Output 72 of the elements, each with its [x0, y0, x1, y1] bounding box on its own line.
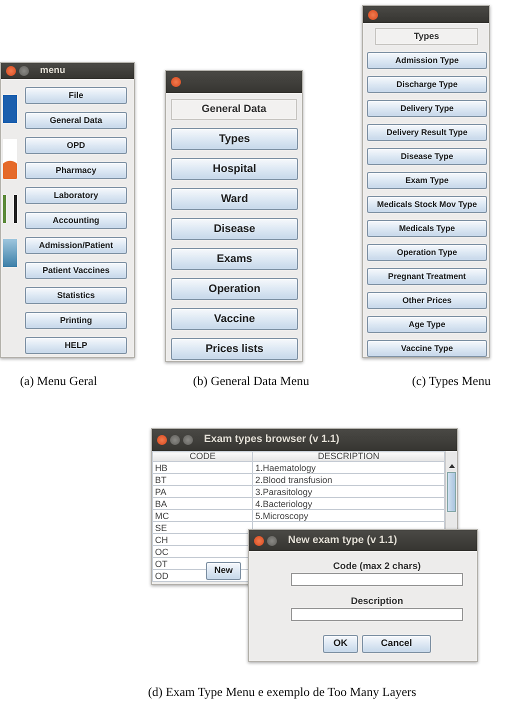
minimize-icon[interactable]	[19, 66, 29, 76]
figure-caption: (c) Types Menu	[412, 373, 491, 390]
text-field[interactable]	[291, 573, 463, 586]
table-cell: SE	[152, 522, 253, 534]
table-cell: PA	[152, 486, 253, 498]
menu-button[interactable]: Pregnant Treatment	[367, 268, 487, 285]
menu-button[interactable]: Hospital	[171, 158, 298, 180]
window-title: Exam types browser (v 1.1)	[204, 432, 340, 448]
menu-button[interactable]: Accounting	[25, 212, 127, 229]
close-icon[interactable]	[171, 77, 181, 87]
menu-button[interactable]: Medicals Stock Mov Type	[367, 196, 487, 213]
maximize-icon[interactable]	[183, 435, 193, 445]
scroll-up-icon[interactable]	[448, 464, 455, 468]
menu-button[interactable]: Admission/Patient	[25, 237, 127, 254]
menu-button[interactable]: General Data	[25, 112, 127, 129]
menu-button[interactable]: Other Prices	[367, 292, 487, 309]
table-cell: 2.Blood transfusion	[252, 474, 445, 486]
column-header[interactable]: CODE	[152, 452, 253, 462]
menu-button[interactable]: Operation Type	[367, 244, 487, 261]
menu-button[interactable]: Exams	[171, 248, 298, 270]
table-cell: BT	[152, 474, 253, 486]
close-icon[interactable]	[254, 536, 264, 546]
menu-button[interactable]: Types	[171, 128, 298, 150]
menu-button[interactable]: OPD	[25, 137, 127, 154]
menu-button[interactable]: Vaccine	[171, 308, 298, 330]
menu-button[interactable]: Medicals Type	[367, 220, 487, 237]
minimize-icon[interactable]	[267, 536, 277, 546]
table-cell: 4.Bacteriology	[252, 498, 445, 510]
cancel-button[interactable]: Cancel	[362, 635, 431, 653]
table-cell: 1.Haematology	[252, 462, 445, 474]
menu-button[interactable]: Delivery Type	[367, 100, 487, 117]
menu-button[interactable]: Printing	[25, 312, 127, 329]
figure-caption: (d) Exam Type Menu e exemplo de Too Many Layers	[148, 684, 416, 701]
menu-button[interactable]: Pharmacy	[25, 162, 127, 179]
column-header[interactable]: DESCRIPTION	[252, 452, 445, 462]
minimize-icon[interactable]	[170, 435, 180, 445]
ok-button[interactable]: OK	[323, 635, 358, 653]
table-cell: MC	[152, 510, 253, 522]
menu-button[interactable]: Ward	[171, 188, 298, 210]
menu-button[interactable]: Operation	[171, 278, 298, 300]
menu-button[interactable]: Delivery Result Type	[367, 124, 487, 141]
table-cell: BA	[152, 498, 253, 510]
menu-button[interactable]: Disease Type	[367, 148, 487, 165]
text-field[interactable]	[291, 608, 463, 621]
window-title: New exam type (v 1.1)	[288, 532, 398, 548]
table-cell: 3.Parasitology	[252, 486, 445, 498]
panel-heading: Types	[375, 28, 478, 45]
close-icon[interactable]	[368, 10, 378, 20]
menu-button[interactable]: Patient Vaccines	[25, 262, 127, 279]
menu-button[interactable]: Admission Type	[367, 52, 487, 69]
menu-button[interactable]: Discharge Type	[367, 76, 487, 93]
scrollbar-thumb[interactable]	[447, 472, 456, 512]
close-icon[interactable]	[157, 435, 167, 445]
menu-button[interactable]: Prices lists	[171, 338, 298, 360]
menu-button[interactable]: Vaccine Type	[367, 340, 487, 357]
menu-button[interactable]: File	[25, 87, 127, 104]
figure-caption: (a) Menu Geral	[20, 373, 98, 390]
figure-caption: (b) General Data Menu	[193, 373, 310, 390]
menu-button[interactable]: Statistics	[25, 287, 127, 304]
new-button[interactable]: New	[206, 562, 241, 580]
menu-button[interactable]: HELP	[25, 337, 127, 354]
menu-button[interactable]: Disease	[171, 218, 298, 240]
field-label: Code (max 2 chars)	[333, 560, 421, 573]
close-icon[interactable]	[6, 66, 16, 76]
menu-button[interactable]: Laboratory	[25, 187, 127, 204]
window-title: menu	[40, 64, 66, 78]
menu-button[interactable]: Age Type	[367, 316, 487, 333]
menu-button[interactable]: Exam Type	[367, 172, 487, 189]
table-cell: 5.Microscopy	[252, 510, 445, 522]
panel-heading: General Data	[171, 99, 297, 120]
table-cell: HB	[152, 462, 253, 474]
field-label: Description	[350, 595, 404, 608]
